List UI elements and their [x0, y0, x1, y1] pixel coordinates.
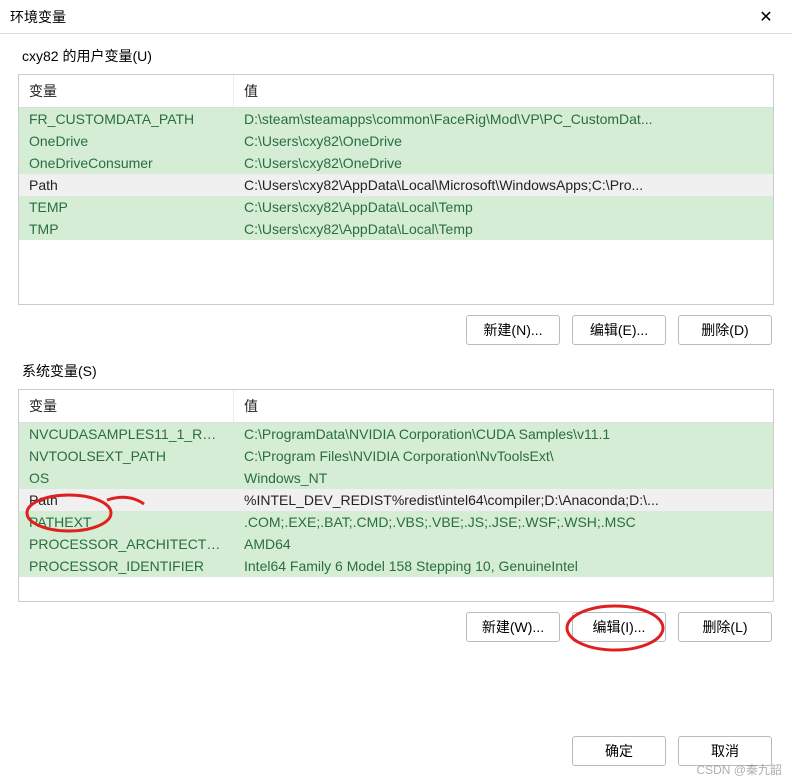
system-vars-table: 变量 值 NVCUDASAMPLES11_1_RO... C:\ProgramD… — [18, 389, 774, 602]
system-vars-body: NVCUDASAMPLES11_1_RO... C:\ProgramData\N… — [19, 423, 773, 601]
col-header-value[interactable]: 值 — [234, 390, 773, 422]
table-row[interactable]: TEMP C:\Users\cxy82\AppData\Local\Temp — [19, 196, 773, 218]
dialog-footer: 确定 取消 — [0, 728, 792, 782]
cell-name: FR_CUSTOMDATA_PATH — [19, 108, 234, 130]
cell-name: PROCESSOR_IDENTIFIER — [19, 555, 234, 577]
cell-value: C:\Users\cxy82\AppData\Local\Microsoft\W… — [234, 174, 773, 196]
titlebar: 环境变量 ✕ — [0, 0, 792, 34]
col-header-name[interactable]: 变量 — [19, 75, 234, 107]
user-vars-buttons: 新建(N)... 编辑(E)... 删除(D) — [18, 315, 774, 345]
cell-name: NVTOOLSEXT_PATH — [19, 445, 234, 467]
table-row[interactable]: NVCUDASAMPLES11_1_RO... C:\ProgramData\N… — [19, 423, 773, 445]
table-row[interactable]: OneDriveConsumer C:\Users\cxy82\OneDrive — [19, 152, 773, 174]
table-row[interactable]: Path %INTEL_DEV_REDIST%redist\intel64\co… — [19, 489, 773, 511]
user-vars-table: 变量 值 FR_CUSTOMDATA_PATH D:\steam\steamap… — [18, 74, 774, 305]
user-vars-body: FR_CUSTOMDATA_PATH D:\steam\steamapps\co… — [19, 108, 773, 304]
cell-value: C:\Users\cxy82\AppData\Local\Temp — [234, 218, 773, 240]
cell-value: C:\ProgramData\NVIDIA Corporation\CUDA S… — [234, 423, 773, 445]
system-edit-button[interactable]: 编辑(I)... — [572, 612, 666, 642]
cell-name: PROCESSOR_ARCHITECTURE — [19, 533, 234, 555]
close-icon[interactable]: ✕ — [750, 7, 782, 27]
col-header-value[interactable]: 值 — [234, 75, 773, 107]
user-delete-button[interactable]: 删除(D) — [678, 315, 772, 345]
user-edit-button[interactable]: 编辑(E)... — [572, 315, 666, 345]
ok-button[interactable]: 确定 — [572, 736, 666, 766]
table-row[interactable]: PROCESSOR_IDENTIFIER Intel64 Family 6 Mo… — [19, 555, 773, 577]
cell-value: Intel64 Family 6 Model 158 Stepping 10, … — [234, 555, 773, 577]
cell-value: AMD64 — [234, 533, 773, 555]
cell-value: C:\Users\cxy82\OneDrive — [234, 152, 773, 174]
user-vars-section: cxy82 的用户变量(U) 变量 值 FR_CUSTOMDATA_PATH D… — [18, 46, 774, 345]
user-vars-headers: 变量 值 — [19, 75, 773, 108]
dialog-title: 环境变量 — [10, 7, 750, 27]
cell-name: PATHEXT — [19, 511, 234, 533]
table-row[interactable]: PATHEXT .COM;.EXE;.BAT;.CMD;.VBS;.VBE;.J… — [19, 511, 773, 533]
cell-value: C:\Users\cxy82\OneDrive — [234, 130, 773, 152]
table-row[interactable]: TMP C:\Users\cxy82\AppData\Local\Temp — [19, 218, 773, 240]
env-vars-dialog: 环境变量 ✕ cxy82 的用户变量(U) 变量 值 FR_CUSTOMDATA… — [0, 0, 792, 782]
cell-value: %INTEL_DEV_REDIST%redist\intel64\compile… — [234, 489, 773, 511]
table-row[interactable]: FR_CUSTOMDATA_PATH D:\steam\steamapps\co… — [19, 108, 773, 130]
system-vars-buttons: 新建(W)... 编辑(I)... 删除(L) — [18, 612, 774, 642]
dialog-content: cxy82 的用户变量(U) 变量 值 FR_CUSTOMDATA_PATH D… — [0, 34, 792, 728]
cell-name: TMP — [19, 218, 234, 240]
system-delete-button[interactable]: 删除(L) — [678, 612, 772, 642]
system-vars-label: 系统变量(S) — [22, 361, 774, 381]
cell-value: D:\steam\steamapps\common\FaceRig\Mod\VP… — [234, 108, 773, 130]
table-row[interactable]: OS Windows_NT — [19, 467, 773, 489]
cell-value: Windows_NT — [234, 467, 773, 489]
system-vars-headers: 变量 值 — [19, 390, 773, 423]
table-row[interactable]: NVTOOLSEXT_PATH C:\Program Files\NVIDIA … — [19, 445, 773, 467]
cell-value: .COM;.EXE;.BAT;.CMD;.VBS;.VBE;.JS;.JSE;.… — [234, 511, 773, 533]
col-header-name[interactable]: 变量 — [19, 390, 234, 422]
table-row[interactable]: OneDrive C:\Users\cxy82\OneDrive — [19, 130, 773, 152]
cell-name: Path — [19, 174, 234, 196]
user-vars-label: cxy82 的用户变量(U) — [22, 46, 774, 66]
watermark: CSDN @秦九韶 — [696, 761, 782, 778]
cell-value: C:\Users\cxy82\AppData\Local\Temp — [234, 196, 773, 218]
cell-name: Path — [19, 489, 234, 511]
cell-name: OneDrive — [19, 130, 234, 152]
cell-name: NVCUDASAMPLES11_1_RO... — [19, 423, 234, 445]
user-new-button[interactable]: 新建(N)... — [466, 315, 560, 345]
cell-name: OS — [19, 467, 234, 489]
cell-value: C:\Program Files\NVIDIA Corporation\NvTo… — [234, 445, 773, 467]
table-row[interactable]: Path C:\Users\cxy82\AppData\Local\Micros… — [19, 174, 773, 196]
table-row[interactable]: PROCESSOR_ARCHITECTURE AMD64 — [19, 533, 773, 555]
system-new-button[interactable]: 新建(W)... — [466, 612, 560, 642]
cell-name: TEMP — [19, 196, 234, 218]
cell-name: OneDriveConsumer — [19, 152, 234, 174]
system-vars-section: 系统变量(S) 变量 值 NVCUDASAMPLES11_1_RO... C:\… — [18, 361, 774, 642]
